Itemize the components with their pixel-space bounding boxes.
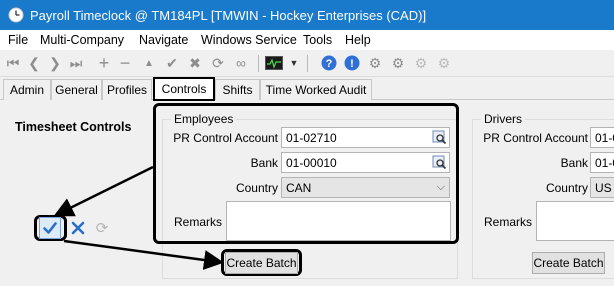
drivers-pr-control-account-label: PR Control Account — [483, 131, 588, 145]
employees-legend: Employees — [171, 112, 237, 126]
check-icon[interactable]: ✔ — [163, 54, 181, 72]
pr-control-account-field[interactable]: 01-02710 — [281, 127, 450, 148]
monitor-icon[interactable] — [264, 54, 284, 72]
bank-value: 01-00010 — [286, 156, 337, 170]
lookup-icon[interactable] — [432, 130, 447, 145]
refresh-icon: ⟳ — [95, 220, 109, 237]
menu-navigate[interactable]: Navigate — [139, 33, 188, 47]
app-clock-icon — [8, 7, 24, 23]
drivers-country-value: US — [595, 181, 612, 195]
drivers-legend: Drivers — [481, 112, 525, 126]
gear-icon[interactable]: ⚙ — [366, 54, 384, 72]
check-icon — [43, 222, 57, 234]
tab-time-worked-audit[interactable]: Time Worked Audit — [260, 79, 372, 100]
toolbar-separator — [258, 55, 259, 72]
last-icon[interactable]: ⏭ — [67, 54, 85, 72]
dropdown-icon[interactable]: ▼ — [285, 54, 303, 72]
cancel-icon[interactable]: ✖ — [186, 54, 204, 72]
close-icon — [71, 221, 85, 235]
title-bar: Payroll Timeclock @ TM184PL [TMWIN - Hoc… — [0, 0, 614, 30]
menu-windows-service[interactable]: Windows Service — [201, 33, 297, 47]
drivers-remarks-textarea[interactable] — [536, 201, 614, 241]
next-icon[interactable]: ❯ — [46, 54, 64, 72]
remarks-label: Remarks — [173, 215, 222, 229]
menu-file[interactable]: File — [8, 33, 28, 47]
drivers-country-label: Country — [545, 181, 588, 195]
drivers-bank-value: 01-0 — [595, 156, 614, 170]
first-icon[interactable]: ⏮ — [4, 54, 22, 72]
drivers-create-batch-button[interactable]: Create Batch — [532, 252, 605, 274]
gear-faded-icon[interactable]: ⚙ — [412, 54, 430, 72]
drivers-bank-field[interactable]: 01-0 — [590, 152, 614, 173]
country-select[interactable]: CAN ⌵ — [281, 177, 450, 198]
controls-panel: Timesheet Controls Employees PR Control … — [0, 100, 614, 286]
tab-admin[interactable]: Admin — [3, 79, 51, 100]
page-title: Timesheet Controls — [15, 120, 132, 134]
menu-multi-company[interactable]: Multi-Company — [40, 33, 124, 47]
chevron-down-icon: ⌵ — [436, 181, 445, 193]
info-icon[interactable]: ! — [343, 54, 361, 72]
svg-text:?: ? — [326, 58, 333, 70]
drivers-pr-control-account-field[interactable]: 01-0 — [590, 127, 614, 148]
menu-bar: File Multi-Company Navigate Windows Serv… — [0, 30, 614, 50]
create-batch-button[interactable]: Create Batch — [225, 252, 298, 274]
toolbar-separator — [307, 55, 308, 72]
gear-faded-alt-icon[interactable]: ⚙ — [435, 54, 453, 72]
remove-icon[interactable]: − — [116, 53, 134, 73]
window-title: Payroll Timeclock @ TM184PL [TMWIN - Hoc… — [30, 8, 427, 23]
menu-help[interactable]: Help — [345, 33, 371, 47]
pr-control-account-label: PR Control Account — [173, 131, 278, 145]
country-value: CAN — [286, 181, 312, 195]
drivers-remarks-label: Remarks — [483, 215, 532, 229]
drivers-country-select[interactable]: US — [590, 177, 614, 198]
help-icon[interactable]: ? — [320, 54, 338, 72]
prev-icon[interactable]: ❮ — [25, 54, 43, 72]
binoculars-icon[interactable]: ∞ — [232, 54, 250, 72]
pr-control-account-value: 01-02710 — [286, 131, 337, 145]
gear-alt-icon[interactable]: ⚙ — [389, 54, 407, 72]
refresh-icon[interactable]: ⟳ — [209, 54, 227, 72]
drivers-pr-control-account-value: 01-0 — [595, 131, 614, 145]
toolbar: ⏮ ❮ ❯ ⏭ + − ▲ ✔ ✖ ⟳ ∞ ▼ ? ! ⚙ ⚙ ⚙ ⚙ — [0, 50, 614, 77]
svg-text:!: ! — [350, 58, 354, 70]
cancel-button[interactable] — [67, 217, 89, 239]
tab-bar: Admin General Profiles Controls Shifts T… — [0, 77, 614, 101]
bank-label: Bank — [250, 156, 278, 170]
country-label: Country — [235, 181, 278, 195]
tab-general[interactable]: General — [51, 79, 102, 100]
remarks-textarea[interactable] — [226, 201, 451, 241]
drivers-bank-label: Bank — [560, 156, 588, 170]
menu-tools[interactable]: Tools — [303, 33, 332, 47]
refresh-button[interactable]: ⟳ — [91, 217, 113, 239]
save-button[interactable] — [39, 217, 61, 239]
tab-profiles[interactable]: Profiles — [102, 79, 152, 100]
up-icon[interactable]: ▲ — [140, 54, 158, 72]
lookup-icon[interactable] — [432, 155, 447, 170]
add-icon[interactable]: + — [95, 53, 113, 73]
tab-controls[interactable]: Controls — [153, 77, 215, 101]
tab-shifts[interactable]: Shifts — [215, 79, 260, 100]
bank-field[interactable]: 01-00010 — [281, 152, 450, 173]
